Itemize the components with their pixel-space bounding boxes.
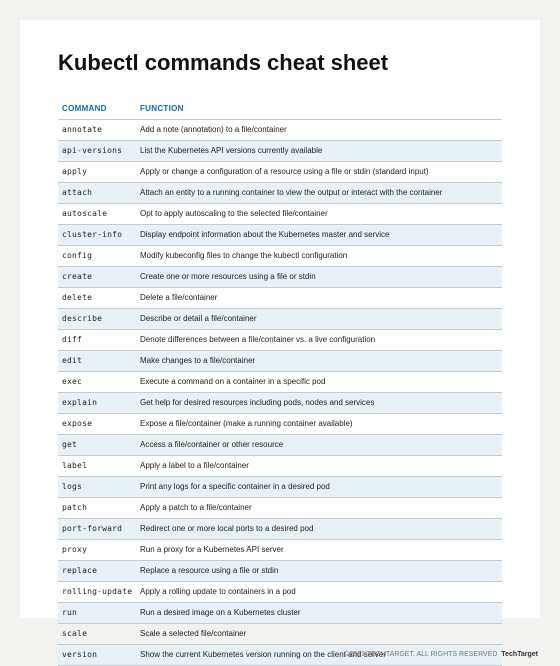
cell-command: create — [58, 267, 136, 288]
table-row: port-forwardRedirect one or more local p… — [58, 519, 502, 540]
cell-function: Display endpoint information about the K… — [136, 225, 502, 246]
cell-function: Modify kubeconfig files to change the ku… — [136, 246, 502, 267]
table-row: rolling-updateApply a rolling update to … — [58, 582, 502, 603]
cell-command: patch — [58, 498, 136, 519]
table-row: editMake changes to a file/container — [58, 351, 502, 372]
cell-command: version — [58, 645, 136, 666]
cell-command: apply — [58, 162, 136, 183]
table-row: autoscaleOpt to apply autoscaling to the… — [58, 204, 502, 225]
cell-function: Run a proxy for a Kubernetes API server — [136, 540, 502, 561]
cell-function: Scale a selected file/container — [136, 624, 502, 645]
table-row: execExecute a command on a container in … — [58, 372, 502, 393]
cell-function: Denote differences between a file/contai… — [136, 330, 502, 351]
cell-function: Redirect one or more local ports to a de… — [136, 519, 502, 540]
cell-function: Access a file/container or other resourc… — [136, 435, 502, 456]
cell-command: api-versions — [58, 141, 136, 162]
cell-command: exec — [58, 372, 136, 393]
cell-function: Make changes to a file/container — [136, 351, 502, 372]
cell-command: logs — [58, 477, 136, 498]
cell-function: Get help for desired resources including… — [136, 393, 502, 414]
cell-function: Run a desired image on a Kubernetes clus… — [136, 603, 502, 624]
cell-function: Expose a file/container (make a running … — [136, 414, 502, 435]
table-row: explainGet help for desired resources in… — [58, 393, 502, 414]
cell-function: Attach an entity to a running container … — [136, 183, 502, 204]
table-row: proxyRun a proxy for a Kubernetes API se… — [58, 540, 502, 561]
table-row: runRun a desired image on a Kubernetes c… — [58, 603, 502, 624]
column-header-command: COMMAND — [58, 98, 136, 120]
cell-command: expose — [58, 414, 136, 435]
commands-table: COMMAND FUNCTION annotateAdd a note (ann… — [58, 98, 502, 666]
table-row: deleteDelete a file/container — [58, 288, 502, 309]
cell-function: Print any logs for a specific container … — [136, 477, 502, 498]
footer-brand: TechTarget — [501, 651, 538, 658]
cell-command: config — [58, 246, 136, 267]
cell-function: Apply a rolling update to containers in … — [136, 582, 502, 603]
cell-command: diff — [58, 330, 136, 351]
cell-command: proxy — [58, 540, 136, 561]
cell-function: Opt to apply autoscaling to the selected… — [136, 204, 502, 225]
cell-function: Apply or change a configuration of a res… — [136, 162, 502, 183]
cell-command: attach — [58, 183, 136, 204]
cell-command: describe — [58, 309, 136, 330]
table-row: labelApply a label to a file/container — [58, 456, 502, 477]
cell-command: cluster-info — [58, 225, 136, 246]
table-row: describeDescribe or detail a file/contai… — [58, 309, 502, 330]
cell-command: edit — [58, 351, 136, 372]
cell-function: Replace a resource using a file or stdin — [136, 561, 502, 582]
cell-command: autoscale — [58, 204, 136, 225]
table-row: getAccess a file/container or other reso… — [58, 435, 502, 456]
cell-command: run — [58, 603, 136, 624]
table-row: cluster-infoDisplay endpoint information… — [58, 225, 502, 246]
cell-command: delete — [58, 288, 136, 309]
table-row: diffDenote differences between a file/co… — [58, 330, 502, 351]
cell-command: annotate — [58, 120, 136, 141]
cell-function: Create one or more resources using a fil… — [136, 267, 502, 288]
cell-function: Add a note (annotation) to a file/contai… — [136, 120, 502, 141]
table-row: createCreate one or more resources using… — [58, 267, 502, 288]
table-row: logsPrint any logs for a specific contai… — [58, 477, 502, 498]
table-row: scaleScale a selected file/container — [58, 624, 502, 645]
cell-command: explain — [58, 393, 136, 414]
cell-function: Execute a command on a container in a sp… — [136, 372, 502, 393]
column-header-function: FUNCTION — [136, 98, 502, 120]
table-row: exposeExpose a file/container (make a ru… — [58, 414, 502, 435]
cell-command: port-forward — [58, 519, 136, 540]
cell-command: scale — [58, 624, 136, 645]
table-row: api-versionsList the Kubernetes API vers… — [58, 141, 502, 162]
cell-command: label — [58, 456, 136, 477]
page-title: Kubectl commands cheat sheet — [58, 50, 502, 76]
table-row: replaceReplace a resource using a file o… — [58, 561, 502, 582]
cell-command: replace — [58, 561, 136, 582]
table-row: applyApply or change a configuration of … — [58, 162, 502, 183]
cell-function: Apply a label to a file/container — [136, 456, 502, 477]
cell-function: Describe or detail a file/container — [136, 309, 502, 330]
footer: ©2021 TECHTARGET. ALL RIGHTS RESERVED Te… — [344, 651, 538, 658]
table-row: patchApply a patch to a file/container — [58, 498, 502, 519]
cell-command: rolling-update — [58, 582, 136, 603]
table-row: configModify kubeconfig files to change … — [58, 246, 502, 267]
table-row: attachAttach an entity to a running cont… — [58, 183, 502, 204]
cell-function: Apply a patch to a file/container — [136, 498, 502, 519]
cell-function: Delete a file/container — [136, 288, 502, 309]
footer-copyright: ©2021 TECHTARGET. ALL RIGHTS RESERVED — [344, 651, 497, 658]
cell-command: get — [58, 435, 136, 456]
table-row: annotateAdd a note (annotation) to a fil… — [58, 120, 502, 141]
cell-function: List the Kubernetes API versions current… — [136, 141, 502, 162]
cheatsheet-card: Kubectl commands cheat sheet COMMAND FUN… — [20, 20, 540, 618]
